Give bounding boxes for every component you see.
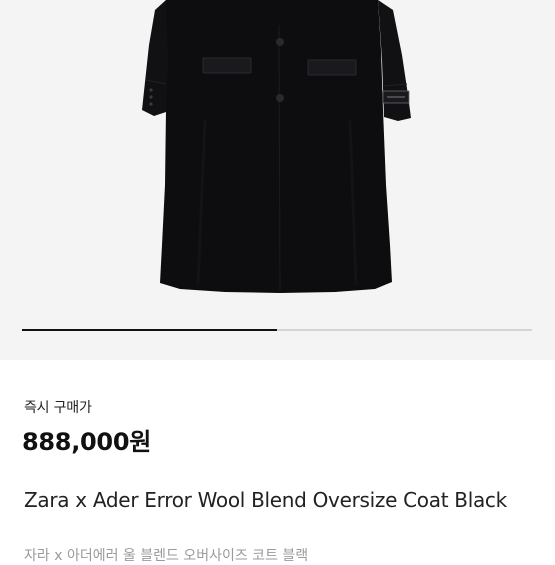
- price-label: 즉시 구매가: [24, 400, 92, 416]
- product-info: 즉시 구매가 888,000원 Zara x Ader Error Wool B…: [0, 360, 555, 564]
- price-value: 888,000원: [22, 428, 151, 456]
- product-image-gallery[interactable]: [0, 0, 555, 360]
- gallery-progress-track[interactable]: [22, 329, 532, 331]
- gallery-progress-indicator: [22, 329, 277, 331]
- coat-photo: [0, 0, 555, 360]
- product-title: Zara x Ader Error Wool Blend Oversize Co…: [24, 488, 507, 512]
- product-subtitle: 자라 x 아더에러 울 블렌드 오버사이즈 코트 블랙: [24, 548, 309, 564]
